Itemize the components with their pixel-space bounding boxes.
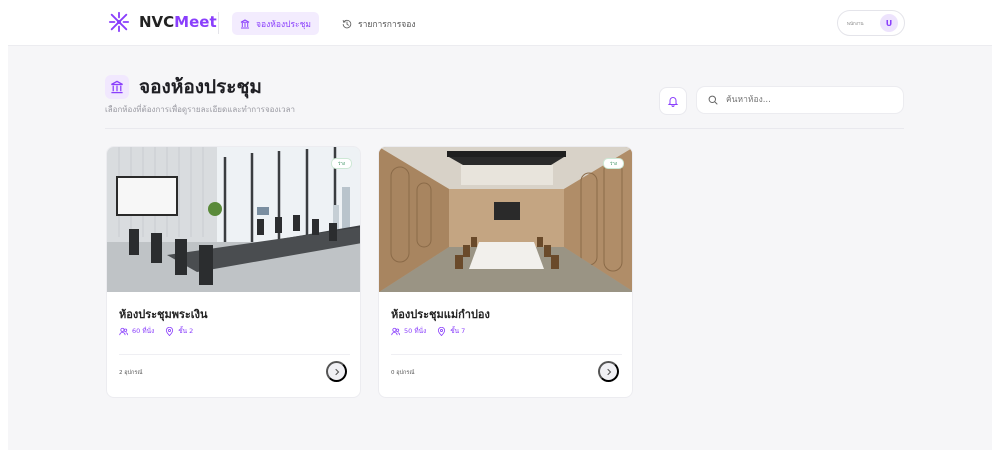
room-floor: ชั้น 7 [450,327,466,335]
room-photo: ว่าง [379,147,632,292]
brand-name: NVCMeet [139,13,217,31]
chevron-right-icon [334,368,339,375]
header-divider [218,12,219,34]
top-navbar: NVCMeet จองห้องประชุม รายการการจอง พนักง… [8,0,992,46]
card-divider [119,354,350,355]
page-heading: จองห้องประชุม [105,72,262,102]
tab-book-room[interactable]: จองห้องประชุม [232,12,319,35]
room-meta: 50 ที่นั่ง ชั้น 7 [391,326,465,336]
search-input[interactable] [726,95,896,105]
room-name: ห้องประชุมแม่กำปอง [391,308,490,321]
history-icon [342,19,352,28]
page-background: NVCMeet จองห้องประชุม รายการการจอง พนักง… [8,0,992,450]
room-capacity: 50 ที่นั่ง [404,327,427,335]
users-icon [391,327,400,335]
room-name: ห้องประชุมพระเงิน [119,308,208,321]
view-room-button[interactable] [326,361,347,382]
location-pin-icon [166,326,174,336]
building-columns-icon [105,75,129,99]
status-badge: ว่าง [330,158,352,169]
page-title: จองห้องประชุม [139,76,262,98]
search-icon [708,95,718,105]
room-capacity: 60 ที่นั่ง [132,327,155,335]
search-box[interactable] [696,86,904,114]
logo-icon [108,11,130,33]
location-pin-icon [438,326,446,336]
room-floor: ชั้น 2 [178,327,194,335]
avatar: U [880,14,898,32]
brand-accent: Meet [174,13,217,31]
page-subtitle: เลือกห้องที่ต้องการเพื่อดูรายละเอียดและท… [105,105,295,114]
room-card[interactable]: ว่าง ห้องประชุมพระเงิน 60 ที่นั่ง ชั้น 2… [106,146,361,398]
tab-bookings-label: รายการการจอง [358,19,416,30]
room-meta: 60 ที่นั่ง ชั้น 2 [119,326,193,336]
room-photo: ว่าง [107,147,360,292]
building-columns-icon [240,18,250,28]
profile-name: พนักงาน [847,21,864,27]
tab-bookings[interactable]: รายการการจอง [334,12,424,35]
view-room-button[interactable] [598,361,619,382]
logo[interactable]: NVCMeet [108,11,217,33]
notification-button[interactable] [659,87,687,115]
equipment-count: 0 อุปกรณ์ [391,370,415,376]
tab-book-room-label: จองห้องประชุม [256,19,311,30]
users-icon [119,327,128,335]
profile-menu[interactable]: พนักงาน U [837,10,905,36]
section-divider [105,128,904,129]
equipment-count: 2 อุปกรณ์ [119,370,143,376]
card-divider [391,354,622,355]
room-card[interactable]: ว่าง ห้องประชุมแม่กำปอง 50 ที่นั่ง ชั้น … [378,146,633,398]
chevron-right-icon [606,368,611,375]
status-badge: ว่าง [602,158,624,169]
bell-icon [667,97,679,107]
brand-prefix: NVC [139,13,175,31]
